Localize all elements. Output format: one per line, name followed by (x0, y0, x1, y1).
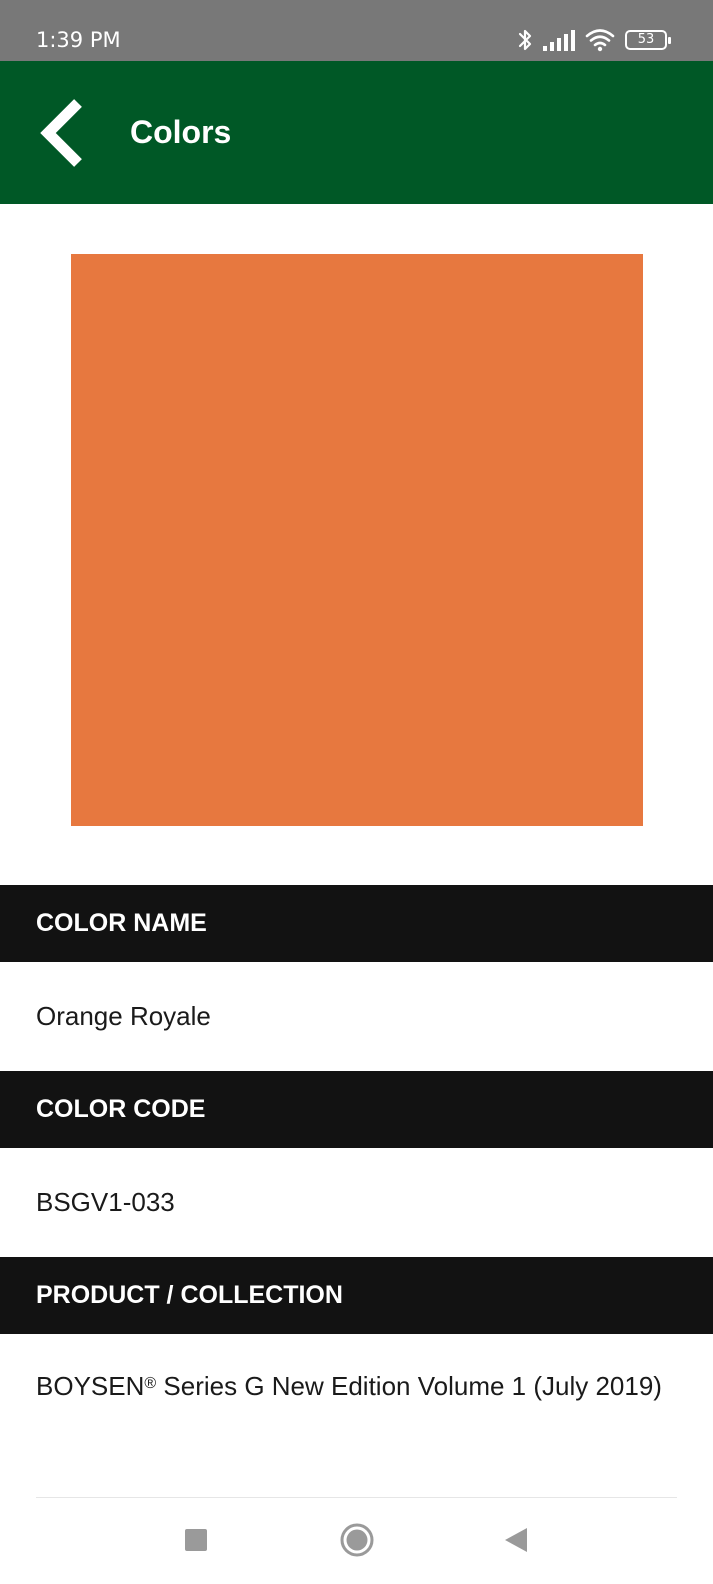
back-button[interactable] (38, 97, 90, 169)
wifi-icon (585, 28, 615, 52)
color-swatch (71, 254, 643, 826)
product-edition: Series G New Edition Volume 1 (July 2019… (156, 1371, 662, 1401)
product-collection-value: BOYSEN® Series G New Edition Volume 1 (J… (36, 1369, 686, 1403)
status-time: 1:39 PM (36, 28, 121, 52)
color-code-value: BSGV1-033 (36, 1187, 175, 1217)
status-icons: 53 (517, 26, 671, 54)
product-collection-header: PRODUCT / COLLECTION (0, 1257, 713, 1334)
color-name-value: Orange Royale (36, 1001, 211, 1031)
recent-apps-icon (185, 1529, 207, 1551)
color-name-header: COLOR NAME (0, 885, 713, 962)
color-code-header: COLOR CODE (0, 1071, 713, 1148)
bluetooth-icon (517, 27, 533, 53)
back-nav-button[interactable] (488, 1514, 544, 1566)
back-triangle-icon (505, 1528, 527, 1552)
signal-icon (543, 29, 575, 51)
product-brand: BOYSEN (36, 1371, 145, 1401)
battery-icon: 53 (625, 30, 671, 50)
page-title: Colors (130, 114, 232, 150)
recent-apps-button[interactable] (168, 1514, 224, 1566)
registered-mark: ® (144, 1375, 157, 1392)
status-bar: 1:39 PM 53 (0, 0, 713, 61)
app-bar: Colors (0, 61, 713, 204)
system-nav-bar (0, 1498, 713, 1584)
home-button[interactable] (329, 1514, 385, 1566)
home-icon (340, 1523, 374, 1557)
chevron-left-icon (40, 99, 82, 167)
